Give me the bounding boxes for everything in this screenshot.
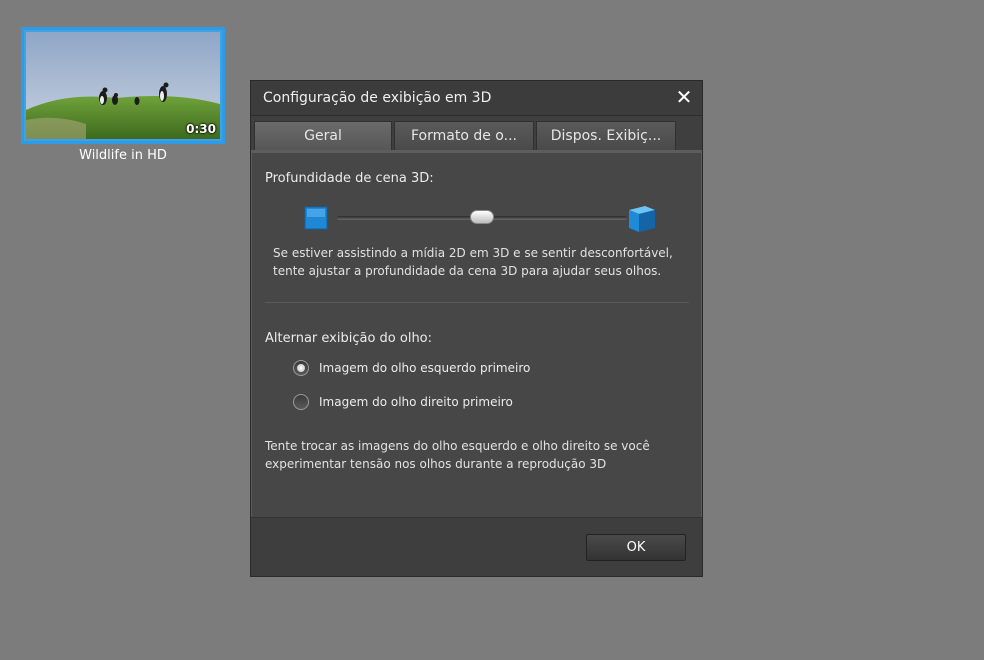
flat-cube-icon xyxy=(304,206,328,230)
radio-label: Imagem do olho direito primeiro xyxy=(319,395,513,409)
depth-slider[interactable] xyxy=(304,205,659,235)
eye-help-line-2: experimentar tensão nos olhos durante a … xyxy=(265,457,607,471)
radio-left-eye-first[interactable]: Imagem do olho esquerdo primeiro xyxy=(293,358,530,378)
tab-bar: Geral Formato de o... Dispos. Exibiç... xyxy=(251,116,702,153)
3d-cube-icon xyxy=(629,206,655,232)
slider-thumb[interactable] xyxy=(470,210,494,224)
eye-help-text: Tente trocar as imagens do olho esquerdo… xyxy=(265,437,650,473)
3d-display-settings-dialog: Configuração de exibição em 3D ✕ Geral F… xyxy=(250,80,703,577)
radio-button[interactable] xyxy=(293,394,309,410)
dialog-titlebar: Configuração de exibição em 3D ✕ xyxy=(251,81,702,116)
dialog-footer: OK xyxy=(251,517,702,576)
section-divider xyxy=(265,302,689,303)
eye-label: Alternar exibição do olho: xyxy=(265,331,433,346)
tab-dispositivo-exibicao[interactable]: Dispos. Exibiç... xyxy=(536,121,676,150)
thumbnail-image: 0:30 xyxy=(26,32,220,139)
tab-geral[interactable]: Geral xyxy=(254,121,392,150)
tab-formato[interactable]: Formato de o... xyxy=(394,121,534,150)
tab-divider xyxy=(251,150,702,153)
depth-help-line-2: tente ajustar a profundidade da cena 3D … xyxy=(273,264,662,278)
radio-label: Imagem do olho esquerdo primeiro xyxy=(319,361,531,375)
radio-button[interactable] xyxy=(293,360,309,376)
media-thumbnail[interactable]: 0:30 xyxy=(21,27,225,144)
radio-right-eye-first[interactable]: Imagem do olho direito primeiro xyxy=(293,392,513,412)
depth-label: Profundidade de cena 3D: xyxy=(265,171,434,186)
dialog-title: Configuração de exibição em 3D xyxy=(263,90,492,106)
close-icon[interactable]: ✕ xyxy=(674,86,694,108)
media-title: Wildlife in HD xyxy=(79,148,167,163)
duration-label: 0:30 xyxy=(186,122,216,136)
eye-help-line-1: Tente trocar as imagens do olho esquerdo… xyxy=(265,439,650,453)
depth-help-text: Se estiver assistindo a mídia 2D em 3D e… xyxy=(273,244,673,280)
depth-help-line-1: Se estiver assistindo a mídia 2D em 3D e… xyxy=(273,246,673,260)
ok-button[interactable]: OK xyxy=(586,534,686,561)
